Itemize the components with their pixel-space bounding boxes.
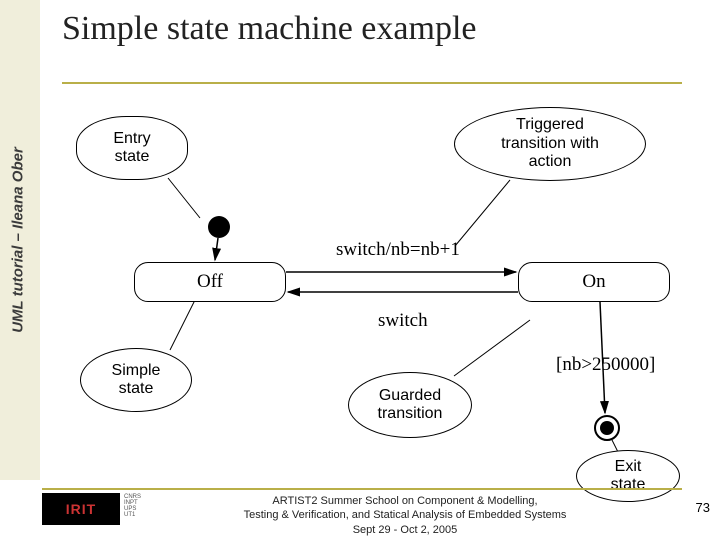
callout-entry-text: Entry state — [113, 130, 150, 166]
initial-state-dot — [208, 216, 230, 238]
state-on-label: On — [582, 271, 605, 293]
footer-divider — [42, 488, 682, 490]
label-guard-condition: [nb>250000] — [556, 354, 655, 376]
footer-line1: ARTIST2 Summer School on Component & Mod… — [200, 494, 610, 508]
sidebar-strip: UML tutorial – Ileana Ober — [0, 0, 40, 480]
label-trigger-back: switch — [378, 310, 428, 332]
state-off-label: Off — [197, 271, 223, 293]
final-state-dot — [600, 421, 614, 435]
page-title: Simple state machine example — [62, 10, 476, 48]
final-state-circle — [594, 415, 620, 441]
state-off: Off — [134, 262, 286, 302]
footer-text: ARTIST2 Summer School on Component & Mod… — [200, 494, 610, 537]
callout-guarded-text: Guarded transition — [378, 387, 443, 424]
callout-simple-text: Simple state — [112, 362, 161, 398]
footer-line3: Sept 29 - Oct 2, 2005 — [200, 523, 610, 537]
logo-irit: IRIT — [42, 493, 120, 525]
sidebar-label: UML tutorial – Ileana Ober — [10, 147, 27, 333]
logo-affiliations: CNRS INPT UPS UT1 — [124, 494, 164, 518]
logo-text: IRIT — [66, 501, 96, 517]
label-trigger-action: switch/nb=nb+1 — [336, 239, 460, 261]
footer-line2: Testing & Verification, and Statical Ana… — [200, 508, 610, 522]
state-on: On — [518, 262, 670, 302]
title-divider — [62, 82, 682, 84]
callout-triggered-text: Triggered transition with action — [501, 116, 599, 171]
callout-guarded-transition: Guarded transition — [348, 372, 472, 438]
callout-simple-state: Simple state — [80, 348, 192, 412]
page-number: 73 — [696, 500, 710, 515]
callout-entry-state: Entry state — [76, 116, 188, 180]
callout-triggered-transition: Triggered transition with action — [454, 107, 646, 181]
